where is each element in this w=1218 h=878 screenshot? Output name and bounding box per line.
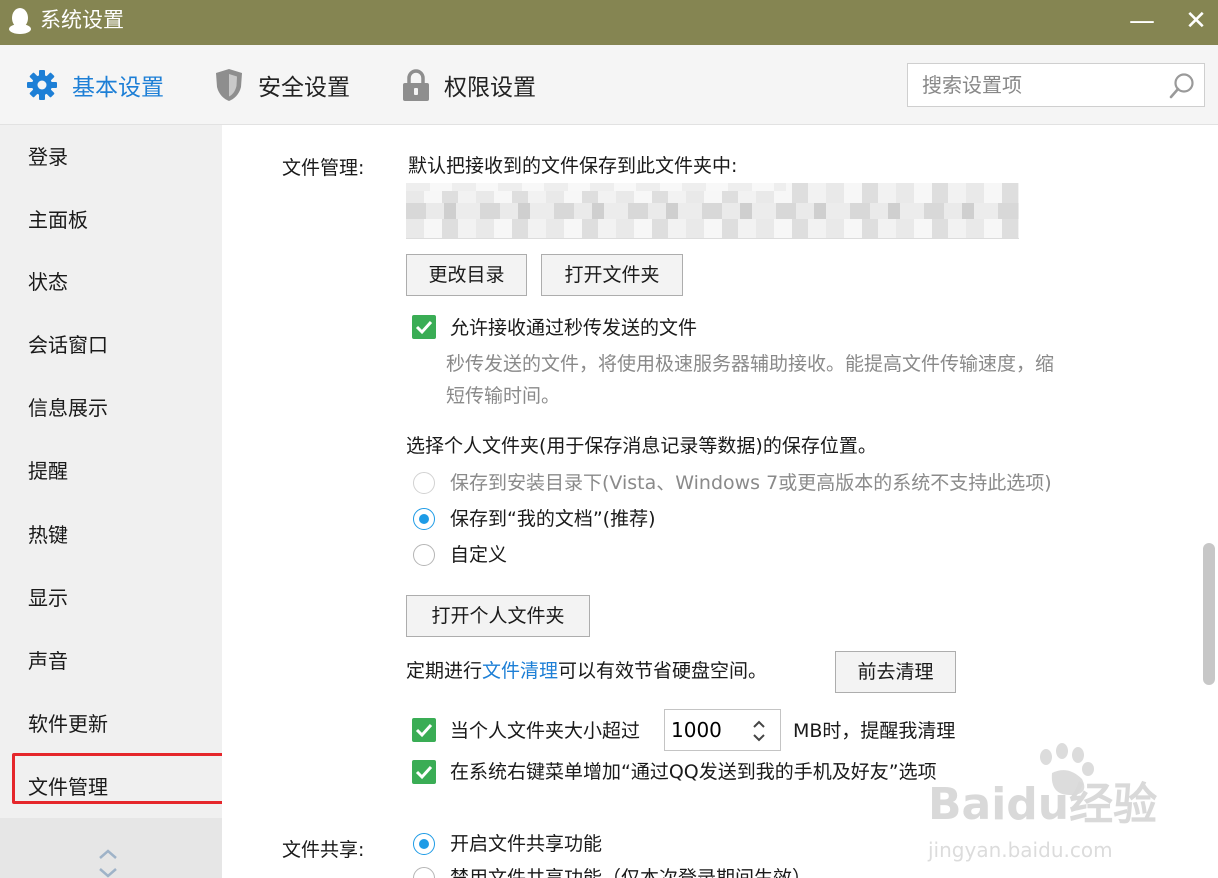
- window-title: 系统设置: [40, 8, 124, 32]
- shield-icon: [216, 69, 242, 101]
- tab-basic-settings[interactable]: 基本设置: [26, 45, 164, 125]
- save-to-my-documents-radio[interactable]: [413, 508, 435, 530]
- sidebar-item-display[interactable]: 显示: [28, 584, 68, 612]
- watermark-brand: Baidu经验: [928, 779, 1157, 830]
- close-button[interactable]: ✕: [1180, 6, 1212, 36]
- search-box: [907, 63, 1205, 107]
- title-bar: 系统设置 — ✕: [0, 0, 1218, 45]
- blurred-path-top: [406, 183, 786, 191]
- instant-transfer-hint: 秒传发送的文件，将使用极速服务器辅助接收。能提高文件传输速度，缩短传输时间。: [446, 353, 1055, 407]
- save-to-install-dir-label: 保存到安装目录下(Vista、Windows 7或更高版本的系统不支持此选项): [450, 472, 1052, 494]
- size-reminder-checkbox[interactable]: [412, 718, 436, 742]
- qq-penguin-icon: [9, 8, 31, 34]
- sidebar-item-reminders[interactable]: 提醒: [28, 457, 68, 485]
- selection-highlight-frame: [12, 753, 240, 804]
- search-input[interactable]: [908, 64, 1158, 106]
- file-sharing-section-label: 文件共享:: [282, 839, 365, 861]
- folder-size-input[interactable]: [665, 710, 745, 750]
- open-personal-folder-button[interactable]: 打开个人文件夹: [406, 595, 590, 637]
- tab-label: 权限设置: [444, 75, 536, 101]
- disable-file-sharing-label: 禁用文件共享功能（仅本次登录期间生效）: [450, 867, 812, 878]
- stepper-up-icon[interactable]: [751, 718, 767, 730]
- change-directory-button[interactable]: 更改目录: [406, 254, 527, 296]
- sidebar-item-hotkeys[interactable]: 热键: [28, 521, 68, 549]
- enable-file-sharing-radio[interactable]: [413, 833, 435, 855]
- save-to-my-documents-label: 保存到“我的文档”(推荐): [450, 508, 656, 530]
- size-reminder-label-before: 当个人文件夹大小超过: [450, 720, 641, 742]
- chevron-up-down-icon[interactable]: [96, 847, 120, 878]
- file-management-section-label: 文件管理:: [282, 157, 365, 179]
- sidebar-item-main-panel[interactable]: 主面板: [28, 206, 88, 234]
- sidebar-item-login[interactable]: 登录: [28, 143, 68, 171]
- sidebar-item-software-update[interactable]: 软件更新: [28, 710, 108, 738]
- checkmark-icon: [415, 765, 433, 780]
- context-menu-checkbox[interactable]: [412, 760, 436, 784]
- settings-content: 文件管理: 默认把接收到的文件保存到此文件夹中: 更改目录 打开文件夹 允许接收…: [222, 125, 1218, 878]
- tab-label: 安全设置: [258, 75, 350, 101]
- tab-permission-settings[interactable]: 权限设置: [402, 45, 536, 125]
- disable-file-sharing-radio[interactable]: [413, 867, 435, 878]
- personal-folder-title: 选择个人文件夹(用于保存消息记录等数据)的保存位置。: [406, 435, 877, 457]
- settings-sidebar: 登录 主面板 状态 会话窗口 信息展示 提醒 热键 显示 声音 软件更新 文件管…: [0, 125, 240, 878]
- default-folder-text: 默认把接收到的文件保存到此文件夹中:: [408, 155, 738, 177]
- lock-icon: [403, 69, 429, 101]
- gear-icon: [27, 70, 57, 100]
- go-cleanup-button[interactable]: 前去清理: [835, 651, 956, 693]
- cleanup-text-after: 可以有效节省硬盘空间。: [558, 660, 768, 682]
- save-custom-label: 自定义: [450, 544, 508, 566]
- tab-label: 基本设置: [72, 75, 164, 101]
- watermark-url: jingyan.baidu.com: [927, 838, 1113, 862]
- tab-security-settings[interactable]: 安全设置: [214, 45, 350, 125]
- context-menu-label: 在系统右键菜单增加“通过QQ发送到我的手机及好友”选项: [450, 761, 937, 783]
- blurred-path-text: [406, 203, 1019, 219]
- stepper-down-icon[interactable]: [751, 732, 767, 744]
- cleanup-sentence: 定期进行文件清理可以有效节省硬盘空间。: [406, 658, 767, 684]
- checkmark-icon: [415, 320, 433, 335]
- search-icon[interactable]: [1168, 72, 1196, 100]
- sidebar-item-sound[interactable]: 声音: [28, 647, 68, 675]
- save-custom-radio[interactable]: [413, 544, 435, 566]
- allow-instant-transfer-checkbox[interactable]: [412, 315, 436, 339]
- settings-tab-bar: 基本设置 安全设置 权限设置: [0, 45, 1218, 125]
- file-cleanup-link[interactable]: 文件清理: [482, 660, 558, 682]
- sidebar-item-info-display[interactable]: 信息展示: [28, 394, 108, 422]
- folder-size-stepper: [664, 709, 781, 751]
- checkmark-icon: [415, 723, 433, 738]
- save-to-install-dir-radio[interactable]: [413, 472, 435, 494]
- vertical-scrollbar-thumb[interactable]: [1203, 543, 1215, 685]
- open-folder-button[interactable]: 打开文件夹: [541, 254, 683, 296]
- enable-file-sharing-label: 开启文件共享功能: [450, 833, 603, 855]
- baidu-jingyan-watermark: Baidu经验 jingyan.baidu.com: [927, 743, 1157, 862]
- allow-instant-transfer-label: 允许接收通过秒传发送的文件: [450, 317, 698, 339]
- cleanup-text-before: 定期进行: [406, 660, 483, 682]
- download-folder-path-field: [406, 183, 1019, 239]
- sidebar-item-chat-window[interactable]: 会话窗口: [28, 331, 108, 359]
- minimize-button[interactable]: —: [1126, 6, 1158, 36]
- sidebar-item-status[interactable]: 状态: [28, 268, 68, 296]
